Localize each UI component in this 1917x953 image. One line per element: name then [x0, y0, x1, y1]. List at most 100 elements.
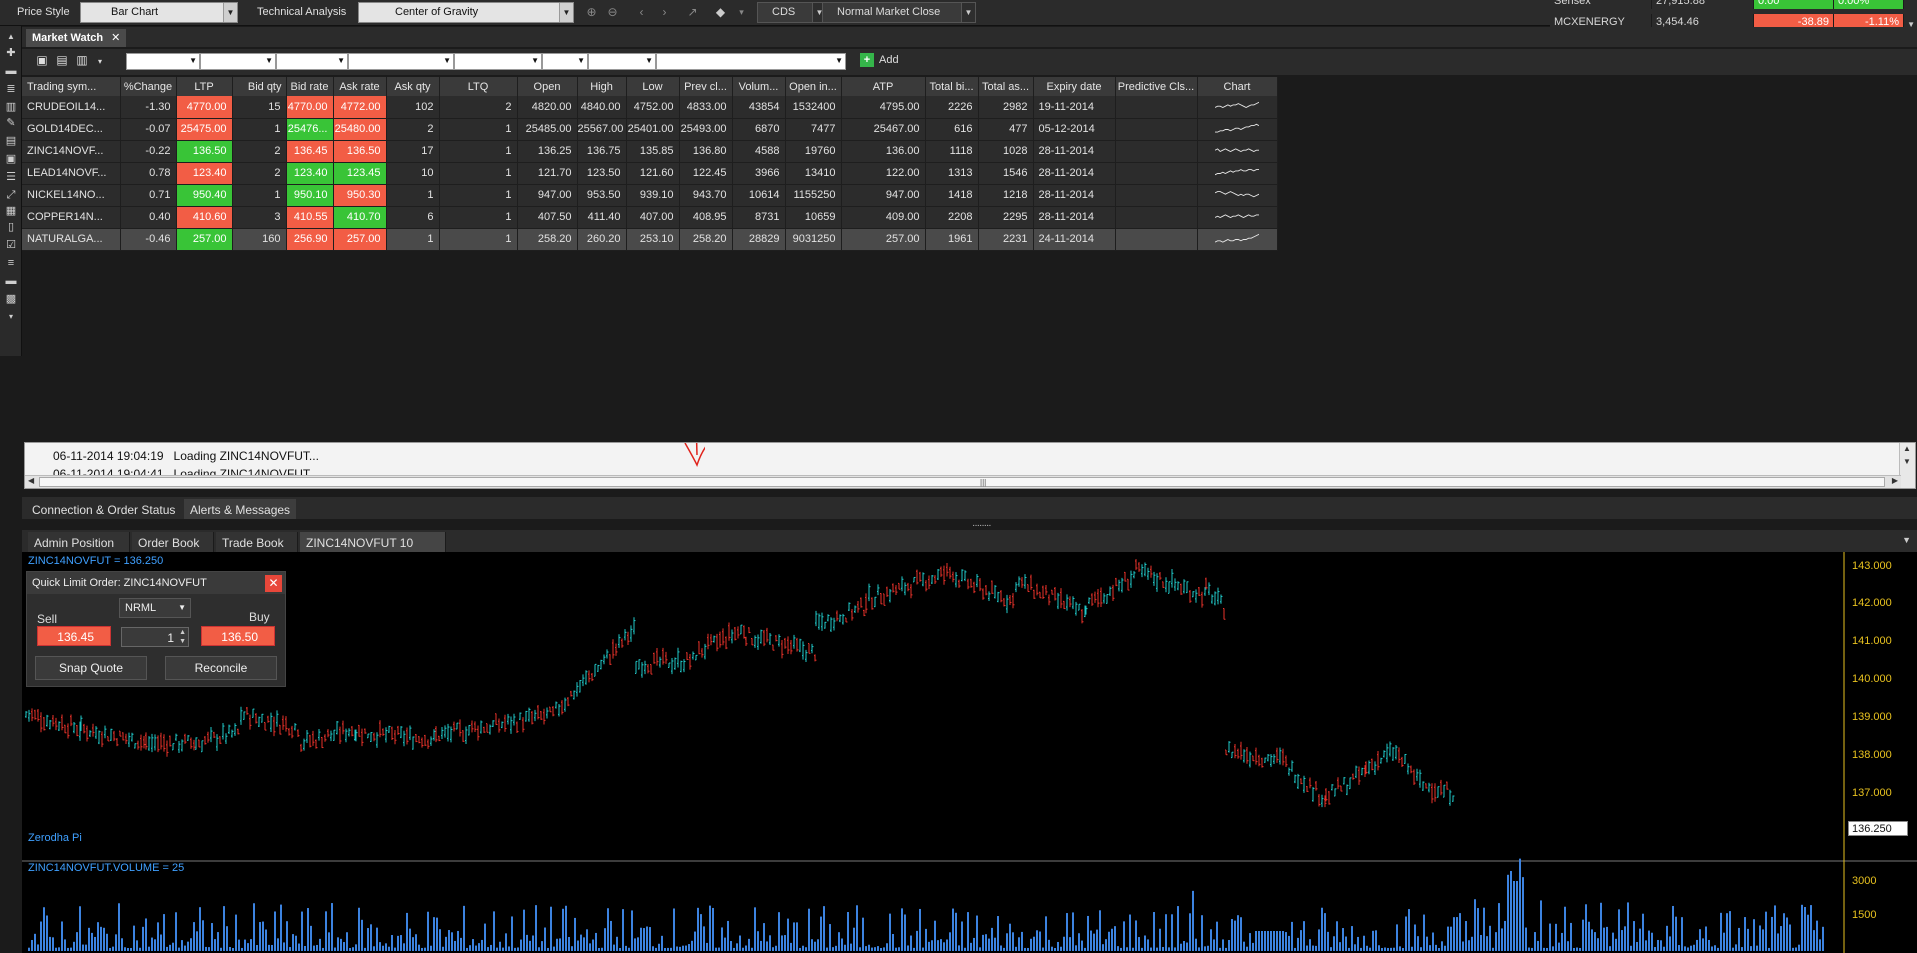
column-header[interactable]: Low — [626, 77, 680, 96]
briefcase-icon[interactable]: ▩ — [3, 292, 19, 306]
column-header[interactable]: Bid qty — [232, 77, 287, 96]
add-button[interactable]: + Add — [860, 53, 899, 67]
panel-splitter[interactable]: ········ — [22, 520, 1917, 531]
segment-filter[interactable]: ▼ — [200, 53, 276, 70]
column-header[interactable]: Chart — [1197, 77, 1278, 96]
price-chart[interactable]: ZINC14NOVFUT = 136.250 Zerodha Pi ZINC14… — [22, 552, 1917, 953]
stepper-arrows-icon[interactable]: ▲ ▼ — [179, 628, 186, 646]
calculator-icon[interactable]: ▦ — [3, 204, 19, 218]
cell-sparkline[interactable] — [1197, 96, 1278, 119]
expiry-filter[interactable]: ▼ — [454, 53, 542, 70]
column-header[interactable]: Ask qty — [386, 77, 440, 96]
crosshair-icon[interactable]: ✚ — [3, 46, 19, 60]
market-depth-icon[interactable]: ≣ — [3, 82, 19, 96]
cell-sparkline[interactable] — [1197, 206, 1278, 229]
product-type-select[interactable]: NRML ▼ — [119, 598, 191, 618]
column-header[interactable]: Expiry date — [1033, 77, 1116, 96]
tab-admin-position[interactable]: Admin Position — [28, 532, 130, 552]
column-header[interactable]: Bid rate — [286, 77, 334, 96]
table-row[interactable]: CRUDEOIL14... -1.30 4770.00 15 4770.00 4772.0… — [22, 96, 1278, 119]
buy-price-input[interactable]: 136.50 — [201, 626, 275, 646]
scrollbar-thumb[interactable]: ||| — [39, 477, 1885, 487]
column-header[interactable]: Volum... — [732, 77, 786, 96]
market-status-select[interactable]: Normal Market Close ▼ — [822, 2, 976, 23]
cell-sparkline[interactable] — [1197, 162, 1278, 185]
segment-select[interactable]: CDS ▼ — [757, 2, 827, 23]
cell-sparkline[interactable] — [1197, 184, 1278, 207]
technical-analysis-select[interactable]: Center of Gravity ▼ — [358, 2, 574, 23]
column-header[interactable]: Trading sym... — [22, 77, 121, 96]
column-header[interactable]: Total bi... — [925, 77, 979, 96]
toolbar-overflow-icon[interactable]: ▾ — [3, 310, 19, 324]
tab-trade-book[interactable]: Trade Book — [216, 532, 298, 552]
column-header[interactable]: High — [577, 77, 627, 96]
scroll-left-icon[interactable]: ◀ — [28, 476, 34, 485]
collapse-icon[interactable]: ▲ — [3, 30, 19, 44]
alerts-vertical-scrollbar[interactable]: ▲ ▼ — [1899, 443, 1915, 488]
tab-alerts-messages[interactable]: Alerts & Messages — [184, 499, 297, 519]
folder-icon[interactable]: ▬ — [3, 64, 19, 78]
draw-line-icon[interactable]: ↗ — [684, 4, 701, 21]
expand-icon[interactable]: ⤢ — [3, 188, 19, 202]
reconcile-button[interactable]: Reconcile — [165, 656, 277, 680]
bar-chart-icon[interactable]: ▥ — [3, 100, 19, 114]
instrument-filter[interactable]: ▼ — [276, 53, 348, 70]
symbol-filter[interactable]: ▼ — [348, 53, 454, 70]
toolbar-overflow-icon[interactable]: ▾ — [92, 57, 108, 73]
cell-sparkline[interactable] — [1197, 228, 1278, 251]
column-header[interactable]: LTP — [176, 77, 233, 96]
chart-canvas[interactable] — [22, 552, 1917, 953]
snap-quote-button[interactable]: Snap Quote — [35, 656, 147, 680]
sell-price-input[interactable]: 136.45 — [37, 626, 111, 646]
option-type-filter[interactable]: ▼ — [542, 53, 588, 70]
table-row[interactable]: ZINC14NOVF... -0.22 136.50 2 136.45 136.50 17 1… — [22, 140, 1278, 163]
strike-filter[interactable]: ▼ — [588, 53, 656, 70]
print-icon[interactable]: ▤ — [54, 53, 70, 69]
chevron-down-icon[interactable]: ▼ — [1902, 535, 1911, 545]
document-icon[interactable]: ▤ — [3, 134, 19, 148]
tab-order-book[interactable]: Order Book — [132, 532, 214, 552]
cell-sparkline[interactable] — [1197, 140, 1278, 163]
alerts-horizontal-scrollbar[interactable]: ◀ ||| ▶ — [25, 475, 1901, 488]
zoom-out-icon[interactable]: ⊖ — [604, 4, 621, 21]
column-header[interactable]: Prev cl... — [679, 77, 733, 96]
save-icon[interactable]: ▣ — [3, 152, 19, 166]
pencil-icon[interactable]: ✎ — [3, 116, 19, 130]
price-style-select[interactable]: Bar Chart ▼ — [80, 2, 238, 23]
column-header[interactable]: Open — [517, 77, 578, 96]
minus-icon[interactable]: ▬ — [3, 274, 19, 288]
zoom-in-icon[interactable]: ⊕ — [583, 4, 600, 21]
table-row[interactable]: GOLD14DEC... -0.07 25475.00 1 25476... 25480.… — [22, 118, 1278, 141]
search-filter[interactable]: ▼ — [656, 53, 846, 70]
scroll-right-icon[interactable]: ▶ — [1892, 476, 1898, 485]
column-header[interactable]: Predictive Cls... — [1115, 77, 1198, 96]
column-header[interactable]: Open in... — [785, 77, 842, 96]
column-header[interactable]: Total as... — [978, 77, 1034, 96]
scroll-up-icon[interactable]: ▲ — [1903, 444, 1911, 453]
table-row[interactable]: COPPER14N... 0.40 410.60 3 410.55 410.70 6 1 407… — [22, 206, 1278, 229]
scroll-right-icon[interactable]: › — [656, 4, 673, 21]
checklist-icon[interactable]: ☑ — [3, 238, 19, 252]
column-header[interactable]: %Change — [120, 77, 177, 96]
scroll-down-icon[interactable]: ▼ — [1903, 457, 1911, 466]
column-header[interactable]: Ask rate — [333, 77, 387, 96]
tab-connection-order-status[interactable]: Connection & Order Status — [26, 499, 181, 519]
close-icon[interactable]: ✕ — [265, 575, 282, 592]
scroll-left-icon[interactable]: ‹ — [633, 4, 650, 21]
eraser-icon[interactable]: ◆ — [712, 4, 729, 21]
column-header[interactable]: LTQ — [439, 77, 518, 96]
exchange-filter[interactable]: ▼ — [126, 53, 200, 70]
table-row[interactable]: LEAD14NOVF... 0.78 123.40 2 123.40 123.45 10 1 1… — [22, 162, 1278, 185]
alert-row[interactable]: 06-11-2014 19:04:19 Loading ZINC14NOVFUT.… — [53, 449, 329, 464]
table-row[interactable]: NICKEL14NO... 0.71 950.40 1 950.10 950.30 1 1 94… — [22, 184, 1278, 207]
tab-chart-zinc[interactable]: ZINC14NOVFUT 10 Min✕ — [300, 532, 446, 564]
column-header[interactable]: ATP — [841, 77, 926, 96]
tab-market-watch[interactable]: Market Watch ✕ — [26, 29, 127, 47]
quantity-stepper[interactable]: 1 ▲ ▼ — [121, 627, 189, 647]
table-row[interactable]: NATURALGA... -0.46 257.00 160 256.90 257.00 1 1… — [22, 228, 1278, 251]
book-icon[interactable]: ▯ — [3, 220, 19, 234]
close-icon[interactable]: ✕ — [111, 32, 120, 44]
save-icon[interactable]: ▣ — [34, 53, 50, 69]
list-icon[interactable]: ☰ — [3, 170, 19, 184]
stack-icon[interactable]: ≡ — [3, 256, 19, 270]
